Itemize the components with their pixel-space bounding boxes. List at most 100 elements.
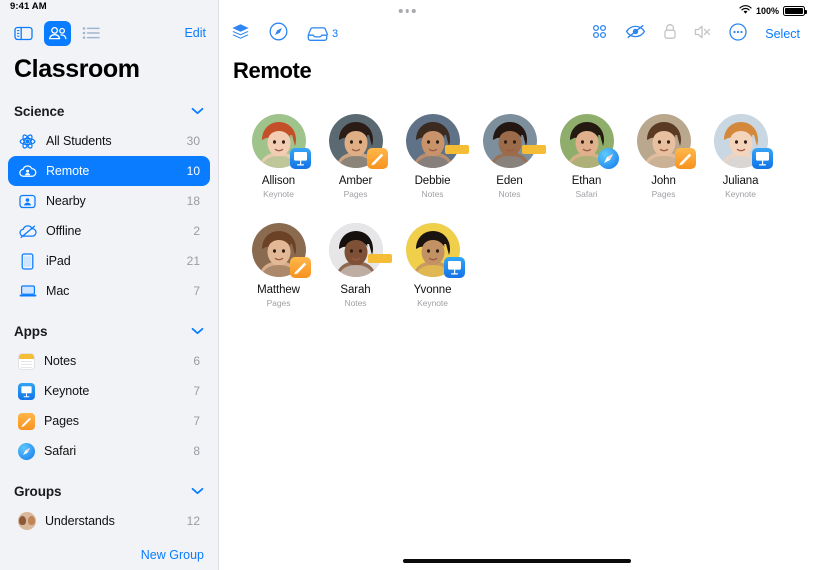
sidebar-item-offline[interactable]: Offline 2 (8, 216, 210, 246)
sidebar-item-label: Notes (44, 354, 77, 368)
person-badge-icon (18, 192, 37, 211)
student-name: Ethan (571, 175, 602, 187)
student-tile[interactable]: Eden Notes (471, 114, 548, 199)
sidebar-item-label: Remote (46, 164, 90, 178)
avatar-wrap[interactable] (251, 223, 311, 278)
student-tile[interactable]: Matthew Pages (240, 223, 317, 308)
student-name: Allison (261, 175, 296, 187)
sidebar-item-count: 30 (186, 134, 200, 148)
people-icon[interactable] (44, 20, 71, 46)
student-tile[interactable]: Sarah Notes (317, 223, 394, 308)
sidebar-toolbar: Edit (0, 16, 218, 50)
sidebar-item-count: 7 (193, 384, 200, 398)
avatar-wrap[interactable] (713, 114, 773, 169)
select-button[interactable]: Select (765, 27, 800, 41)
avatar-wrap[interactable] (251, 114, 311, 169)
student-app-label: Notes (344, 298, 367, 308)
student-app-label: Pages (343, 189, 368, 199)
grid-four-dots-icon[interactable] (591, 23, 608, 45)
student-name: Matthew (257, 284, 300, 296)
avatar (405, 114, 460, 168)
app-badge-keynote-icon (289, 148, 311, 169)
app-badge-pages-icon (289, 257, 311, 278)
app-badge-notes-icon (444, 145, 469, 154)
sidebar-item-all-students[interactable]: All Students 30 (8, 126, 210, 156)
sidebar-item-remote[interactable]: Remote 10 (8, 156, 210, 186)
sidebar-item-pages[interactable]: Pages 7 (8, 406, 210, 436)
student-name: Eden (496, 175, 523, 187)
avatar-wrap[interactable] (405, 223, 465, 278)
sidebar-item-count: 2 (193, 224, 200, 238)
section-header-science[interactable]: Science (0, 94, 218, 126)
student-tile[interactable]: Ethan Safari (548, 114, 625, 199)
student-name: Debbie (414, 175, 451, 187)
sidebar-item-label: Keynote (44, 384, 90, 398)
avatar-wrap[interactable] (328, 114, 388, 169)
app-badge-safari-icon (597, 148, 619, 169)
avatar-wrap[interactable] (405, 114, 469, 168)
compass-icon[interactable] (269, 22, 288, 46)
avatar (328, 223, 383, 277)
chevron-down-icon[interactable] (191, 322, 204, 340)
sidebar-item-nearby[interactable]: Nearby 18 (8, 186, 210, 216)
student-app-label: Notes (498, 189, 521, 199)
student-tile[interactable]: Amber Pages (317, 114, 394, 199)
edit-button[interactable]: Edit (184, 26, 208, 40)
sidebar-item-label: Nearby (46, 194, 86, 208)
sidebar-item-label: All Students (46, 134, 112, 148)
cloud-person-icon (18, 162, 37, 181)
speaker-mute-icon (694, 24, 712, 45)
sidebar-item-safari[interactable]: Safari 8 (8, 436, 210, 466)
student-tile[interactable]: Juliana Keynote (702, 114, 779, 199)
sidebar-item-mac[interactable]: Mac 7 (8, 276, 210, 306)
sidebar-item-count: 8 (193, 444, 200, 458)
app-badge-pages-icon (674, 148, 696, 169)
home-indicator[interactable] (402, 559, 631, 563)
eye-slash-icon[interactable] (625, 24, 646, 44)
lock-icon (663, 23, 677, 45)
avatar (482, 114, 537, 168)
sidebar-item-count: 6 (193, 354, 200, 368)
atom-icon (18, 132, 37, 151)
student-name: Yvonne (413, 284, 452, 296)
student-tile[interactable]: Allison Keynote (240, 114, 317, 199)
student-tile[interactable]: Yvonne Keynote (394, 223, 471, 308)
avatar-wrap[interactable] (559, 114, 619, 169)
sidebar-item-count: 21 (186, 254, 200, 268)
student-tile[interactable]: John Pages (625, 114, 702, 199)
chevron-down-icon[interactable] (191, 482, 204, 500)
sidebar-item-ipad[interactable]: iPad 21 (8, 246, 210, 276)
inbox-tray-icon[interactable]: 3 (307, 26, 338, 42)
app-badge-keynote-icon (443, 257, 465, 278)
sidebar-item-count: 18 (186, 194, 200, 208)
student-tile[interactable]: Debbie Notes (394, 114, 471, 199)
section-label: Science (14, 103, 65, 119)
notes-app-icon (18, 352, 35, 370)
sidebar-item-count: 7 (193, 284, 200, 298)
inbox-count: 3 (332, 28, 339, 40)
sidebar-item-notes[interactable]: Notes 6 (8, 346, 210, 376)
student-app-label: Pages (266, 298, 291, 308)
list-icon[interactable] (78, 21, 105, 46)
group-faces-icon (18, 512, 36, 530)
sidebar-item-count: 12 (186, 514, 200, 528)
new-group-button[interactable]: New Group (0, 536, 218, 562)
sidebar-item-keynote[interactable]: Keynote 7 (8, 376, 210, 406)
layers-icon[interactable] (231, 23, 250, 45)
chevron-down-icon[interactable] (191, 102, 204, 120)
avatar-wrap[interactable] (482, 114, 546, 168)
section-header-groups[interactable]: Groups (0, 466, 218, 506)
section-header-apps[interactable]: Apps (0, 306, 218, 346)
pages-app-icon (18, 412, 35, 430)
multitasking-handle[interactable] (398, 9, 416, 13)
avatar-wrap[interactable] (636, 114, 696, 169)
safari-app-icon (18, 442, 35, 460)
avatar-wrap[interactable] (328, 223, 392, 277)
keynote-app-icon (18, 382, 35, 400)
more-circle-icon[interactable] (729, 22, 747, 46)
sidebar-toggle-icon[interactable] (10, 21, 37, 46)
section-label: Apps (14, 323, 48, 339)
sidebar-item-label: iPad (46, 254, 71, 268)
student-name: Sarah (340, 284, 371, 296)
sidebar-item-understands[interactable]: Understands 12 (8, 506, 210, 536)
